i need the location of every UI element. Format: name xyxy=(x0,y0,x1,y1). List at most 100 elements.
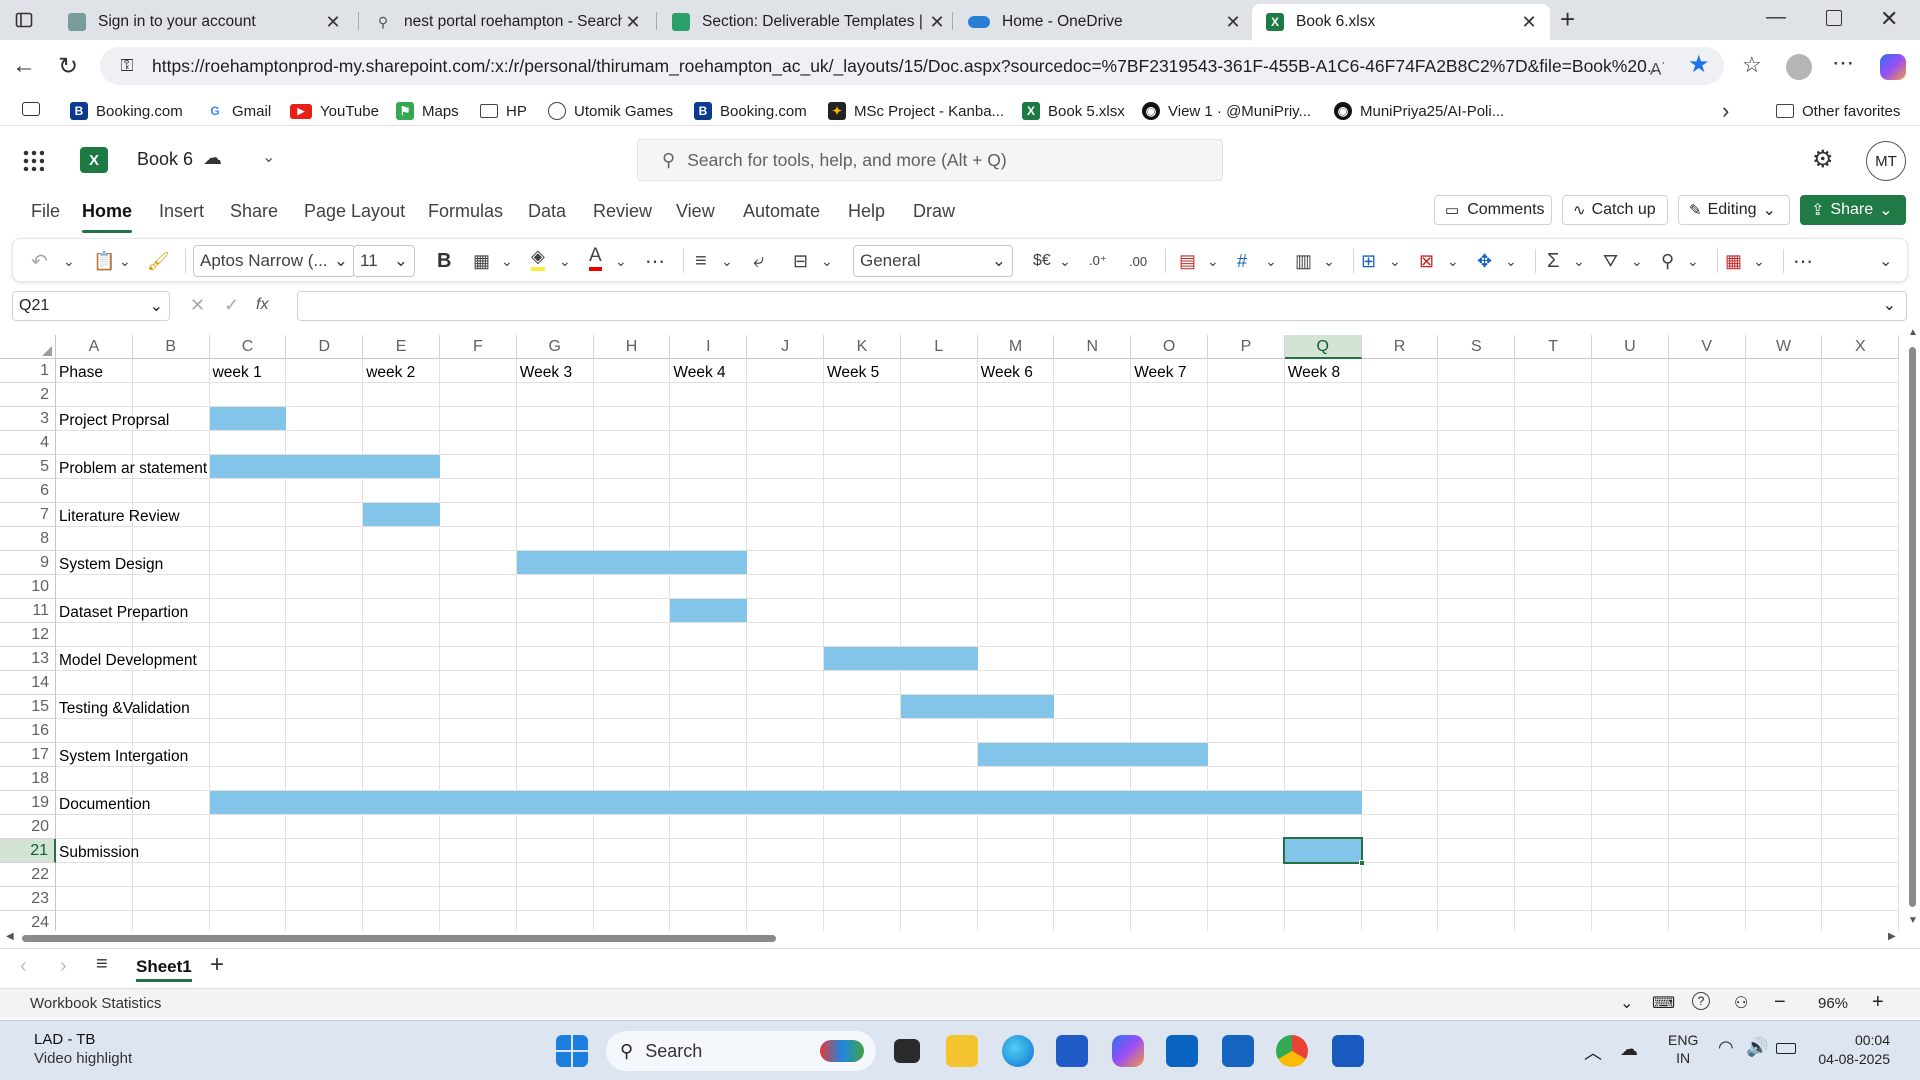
more-font-options-icon[interactable]: ⋯ xyxy=(645,245,665,277)
next-sheet-icon[interactable]: › xyxy=(60,955,67,978)
chevron-down-icon[interactable]: ⌄ xyxy=(559,245,571,277)
column-header[interactable]: A xyxy=(56,335,133,359)
column-header[interactable]: O xyxy=(1131,335,1208,359)
format-cells-icon[interactable]: ✥ xyxy=(1477,245,1492,277)
row-header[interactable]: 5 xyxy=(0,455,56,479)
chevron-down-icon[interactable]: ⌄ xyxy=(262,147,275,167)
store-icon[interactable] xyxy=(1056,1035,1088,1067)
row-header[interactable]: 18 xyxy=(0,767,56,791)
close-tab-icon[interactable]: ✕ xyxy=(1518,12,1540,33)
gantt-bar[interactable] xyxy=(900,695,1055,718)
refresh-icon[interactable]: ↻ xyxy=(58,52,78,81)
row-header[interactable]: 6 xyxy=(0,479,56,503)
chevron-down-icon[interactable]: ⌄ xyxy=(1505,245,1517,277)
close-window-icon[interactable]: ✕ xyxy=(1880,6,1898,32)
column-header[interactable]: Q xyxy=(1284,335,1362,359)
row-header[interactable]: 24 xyxy=(0,911,56,931)
row-header[interactable]: 17 xyxy=(0,743,56,767)
chevron-down-icon[interactable]: ⌄ xyxy=(821,245,833,277)
merge-icon[interactable]: ⊟ xyxy=(793,245,808,277)
column-header[interactable]: U xyxy=(1592,335,1669,359)
gantt-bar[interactable] xyxy=(209,791,1362,814)
gantt-bar[interactable] xyxy=(977,743,1208,766)
fav-kanban[interactable]: ✦ MSc Project - Kanba... xyxy=(828,100,1004,122)
fav-hp[interactable]: HP xyxy=(480,100,527,122)
select-all-corner[interactable] xyxy=(0,335,56,359)
autosum-icon[interactable]: Σ xyxy=(1547,245,1559,277)
row-header[interactable]: 8 xyxy=(0,527,56,551)
column-header[interactable]: M xyxy=(977,335,1055,359)
tab-search[interactable]: ⚲ nest portal roehampton - Search ✕ xyxy=(360,4,654,40)
column-header[interactable]: H xyxy=(593,335,671,359)
decrease-decimal-icon[interactable]: .0⁺ xyxy=(1089,245,1107,277)
vertical-scroll-thumb[interactable] xyxy=(1909,347,1916,907)
tab-view[interactable]: View xyxy=(676,201,715,222)
cell-a5[interactable]: Problem ar statement xyxy=(56,455,208,479)
column-header[interactable]: P xyxy=(1208,335,1285,359)
delete-cells-icon[interactable]: ⊠ xyxy=(1419,245,1434,277)
address-bar[interactable]: ⚿ https://roehamptonprod-my.sharepoint.c… xyxy=(100,47,1724,85)
row-header[interactable]: 15 xyxy=(0,695,56,719)
tab-list-icon[interactable] xyxy=(22,102,40,116)
cell-g1[interactable]: Week 3 xyxy=(517,359,669,383)
restore-icon[interactable] xyxy=(1826,10,1842,26)
avatar[interactable]: MT xyxy=(1866,141,1906,181)
font-name-dropdown[interactable]: Aptos Narrow (... ⌄ xyxy=(193,245,355,277)
column-header[interactable]: T xyxy=(1515,335,1592,359)
row-header[interactable]: 11 xyxy=(0,599,56,623)
cell-e1[interactable]: week 2 xyxy=(363,359,515,383)
back-icon[interactable]: ← xyxy=(12,52,36,80)
cell-m1[interactable]: Week 6 xyxy=(978,359,1130,383)
other-favorites[interactable]: Other favorites xyxy=(1776,100,1900,122)
zoom-out-icon[interactable]: − xyxy=(1774,991,1786,1014)
cell-a3[interactable]: Project Proprsal xyxy=(56,407,208,431)
close-tab-icon[interactable]: ✕ xyxy=(322,12,344,33)
more-options-icon[interactable]: ⋯ xyxy=(1793,245,1813,277)
profile-icon[interactable] xyxy=(1786,54,1812,80)
cell-a1[interactable]: Phase xyxy=(56,359,208,383)
cell-a11[interactable]: Dataset Prepartion xyxy=(56,599,208,623)
chevron-down-icon[interactable]: ⌄ xyxy=(501,245,513,277)
conditional-format-icon[interactable]: ▤ xyxy=(1179,245,1196,277)
tab-share[interactable]: Share xyxy=(230,201,278,222)
sheet-tab-sheet1[interactable]: Sheet1 xyxy=(136,957,192,982)
column-header[interactable]: W xyxy=(1745,335,1823,359)
chevron-down-icon[interactable]: ⌄ xyxy=(1389,245,1401,277)
share-button[interactable]: ⇪ Share ⌄ xyxy=(1800,195,1906,225)
column-header[interactable]: L xyxy=(900,335,978,359)
workbook-statistics[interactable]: Workbook Statistics xyxy=(30,995,161,1012)
column-header[interactable]: C xyxy=(209,335,287,359)
row-header[interactable]: 1 xyxy=(0,359,56,383)
weather-widget[interactable]: LAD - TB Video highlight xyxy=(34,1031,132,1067)
fav-view1[interactable]: ◉ View 1 · @MuniPriy... xyxy=(1142,100,1311,122)
column-header[interactable]: J xyxy=(747,335,824,359)
row-header[interactable]: 14 xyxy=(0,671,56,695)
tab-insert[interactable]: Insert xyxy=(159,201,204,222)
close-tab-icon[interactable]: ✕ xyxy=(926,12,948,33)
keyboard-icon[interactable]: ⌨ xyxy=(1652,993,1675,1013)
currency-format[interactable]: $€ xyxy=(1033,245,1051,277)
tab-automate[interactable]: Automate xyxy=(743,201,820,222)
catch-up-button[interactable]: ∿ Catch up xyxy=(1562,195,1668,225)
app-icon[interactable] xyxy=(1222,1035,1254,1067)
wifi-icon[interactable]: ◠ xyxy=(1718,1037,1734,1058)
outlook-icon[interactable] xyxy=(1166,1035,1198,1067)
formula-input[interactable]: ⌄ xyxy=(297,291,1907,321)
row-header[interactable]: 22 xyxy=(0,863,56,887)
row-header[interactable]: 9 xyxy=(0,551,56,575)
tab-page-layout[interactable]: Page Layout xyxy=(304,201,405,222)
column-header[interactable]: G xyxy=(516,335,594,359)
format-table-icon[interactable]: # xyxy=(1237,245,1247,277)
read-aloud-icon[interactable]: Aᐧ xyxy=(1650,56,1665,80)
tab-help[interactable]: Help xyxy=(848,201,885,222)
row-header[interactable]: 12 xyxy=(0,623,56,647)
chevron-down-icon[interactable]: ⌄ xyxy=(63,245,75,277)
favorites-icon[interactable]: ☆ xyxy=(1742,52,1762,78)
row-header[interactable]: 2 xyxy=(0,383,56,407)
bold-icon[interactable]: B xyxy=(437,245,451,277)
gantt-bar[interactable] xyxy=(516,551,748,574)
battery-icon[interactable] xyxy=(1776,1043,1796,1054)
cell-a15[interactable]: Testing &Validation xyxy=(56,695,208,719)
close-tab-icon[interactable]: ✕ xyxy=(622,12,644,33)
gantt-bar[interactable] xyxy=(209,455,440,478)
